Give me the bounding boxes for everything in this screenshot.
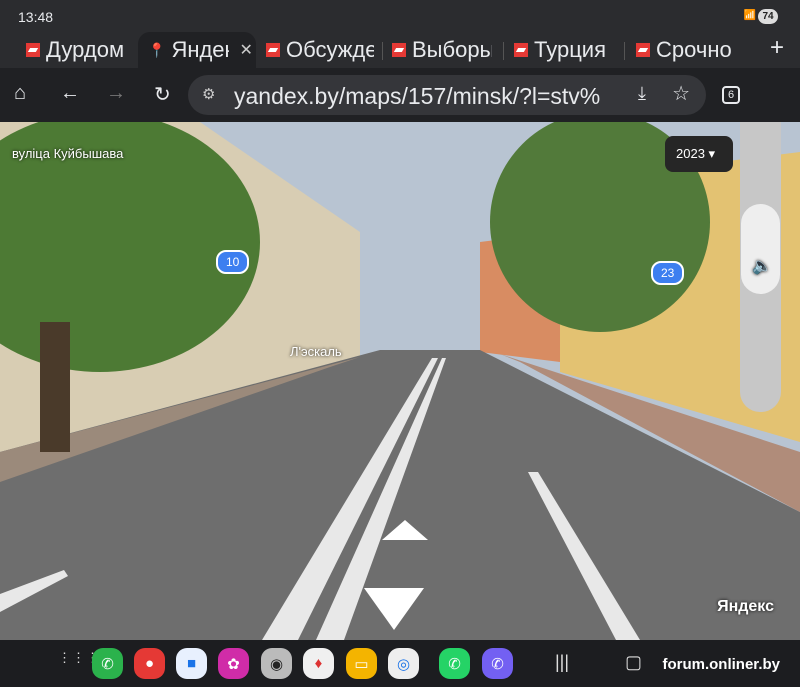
tab-switcher-button[interactable]: 6 (722, 86, 740, 104)
favicon-icon (26, 43, 40, 57)
status-bar: 13:48 📶 74 (0, 0, 800, 32)
camera-app-icon[interactable]: ◉ (261, 648, 292, 679)
tab-2-active[interactable]: 📍 Яндекс ✕ (138, 32, 256, 68)
tab-4[interactable]: Выборы (392, 32, 492, 68)
favicon-icon (514, 43, 528, 57)
messages-app-icon[interactable]: ■ (176, 648, 207, 679)
move-forward-arrow[interactable] (382, 520, 428, 540)
street-name-label: вуліца Куйбышава (12, 146, 124, 161)
close-tab-icon[interactable]: ✕ (239, 40, 252, 60)
taskbar: ⋮⋮⋮ ✆ ● ■ ✿ ◉ ♦ ▭ ◎ ✆ ✆ ||| ▢ forum.onli… (0, 640, 800, 687)
tab-title: Дурдом (46, 37, 125, 62)
reload-icon[interactable]: ↻ (154, 82, 171, 107)
bookmark-star-icon[interactable]: ☆ (672, 81, 690, 106)
site-settings-icon[interactable]: ⚙ (202, 85, 215, 103)
tab-strip: Дурдом 📍 Яндекс ✕ Обсуждение Выборы Турция… (0, 32, 800, 68)
street-scene (0, 122, 800, 640)
year-value: 2023 (676, 146, 705, 161)
favicon-icon (392, 43, 406, 57)
signal-icon: 📶 (743, 10, 756, 21)
poi-label[interactable]: Л'эскаль (290, 344, 342, 359)
move-back-arrow[interactable] (364, 588, 424, 630)
chrome-app-icon[interactable]: ◎ (388, 648, 419, 679)
new-tab-button[interactable]: + (770, 34, 784, 62)
tab-title: Выборы (412, 37, 492, 62)
clock: 13:48 (18, 9, 54, 25)
slider-knob[interactable] (741, 204, 780, 294)
whatsapp-app-icon[interactable]: ✆ (439, 648, 470, 679)
back-icon[interactable]: ← (60, 82, 80, 105)
sound-icon[interactable]: 🔈 (752, 256, 772, 276)
favicon-icon (636, 43, 650, 57)
yandex-logo: Яндекс (717, 598, 774, 615)
forward-icon[interactable]: → (106, 82, 126, 105)
contacts-app-icon[interactable]: ● (134, 648, 165, 679)
shopping-app-icon[interactable]: ♦ (303, 648, 334, 679)
download-icon[interactable]: ⤓ (638, 83, 646, 104)
tab-title: Турция (534, 37, 606, 62)
year-selector[interactable]: 2023 ▾ (665, 136, 733, 172)
address-bar[interactable]: ⚙ yandex.by/maps/157/minsk/?l=stv% ⤓ ☆ (188, 75, 706, 115)
battery-badge: 74 (758, 9, 778, 24)
files-app-icon[interactable]: ▭ (346, 648, 377, 679)
tab-6[interactable]: Срочно (636, 32, 748, 68)
tab-5[interactable]: Турция (514, 32, 614, 68)
map-pin-icon: 📍 (148, 41, 166, 58)
gallery-app-icon[interactable]: ✿ (218, 648, 249, 679)
favicon-icon (266, 43, 280, 57)
browser-toolbar: ⌂ ← → ↻ ⚙ yandex.by/maps/157/minsk/?l=st… (0, 68, 800, 122)
home-button[interactable]: ▢ (625, 652, 642, 673)
home-icon[interactable]: ⌂ (14, 82, 26, 105)
recents-button[interactable]: ||| (555, 652, 569, 673)
tab-title: Яндекс (171, 37, 229, 62)
watermark: forum.onliner.by (662, 656, 780, 673)
tab-title: Срочно (656, 37, 732, 62)
tab-divider (382, 42, 383, 60)
url-text[interactable]: yandex.by/maps/157/minsk/?l=stv% (234, 83, 610, 110)
tab-title: Обсуждение (286, 37, 374, 62)
viber-app-icon[interactable]: ✆ (482, 648, 513, 679)
street-view-panorama[interactable]: вуліца Куйбышава 10 23 Л'эскаль 2023 ▾ ·… (0, 122, 800, 640)
house-number-badge[interactable]: 23 (651, 261, 685, 285)
phone-app-icon[interactable]: ✆ (92, 648, 123, 679)
tab-3[interactable]: Обсуждение (266, 32, 374, 68)
tab-divider (624, 42, 625, 60)
tab-divider (503, 42, 504, 60)
house-number-badge[interactable]: 10 (216, 250, 250, 274)
tab-1[interactable]: Дурдом (26, 32, 134, 68)
